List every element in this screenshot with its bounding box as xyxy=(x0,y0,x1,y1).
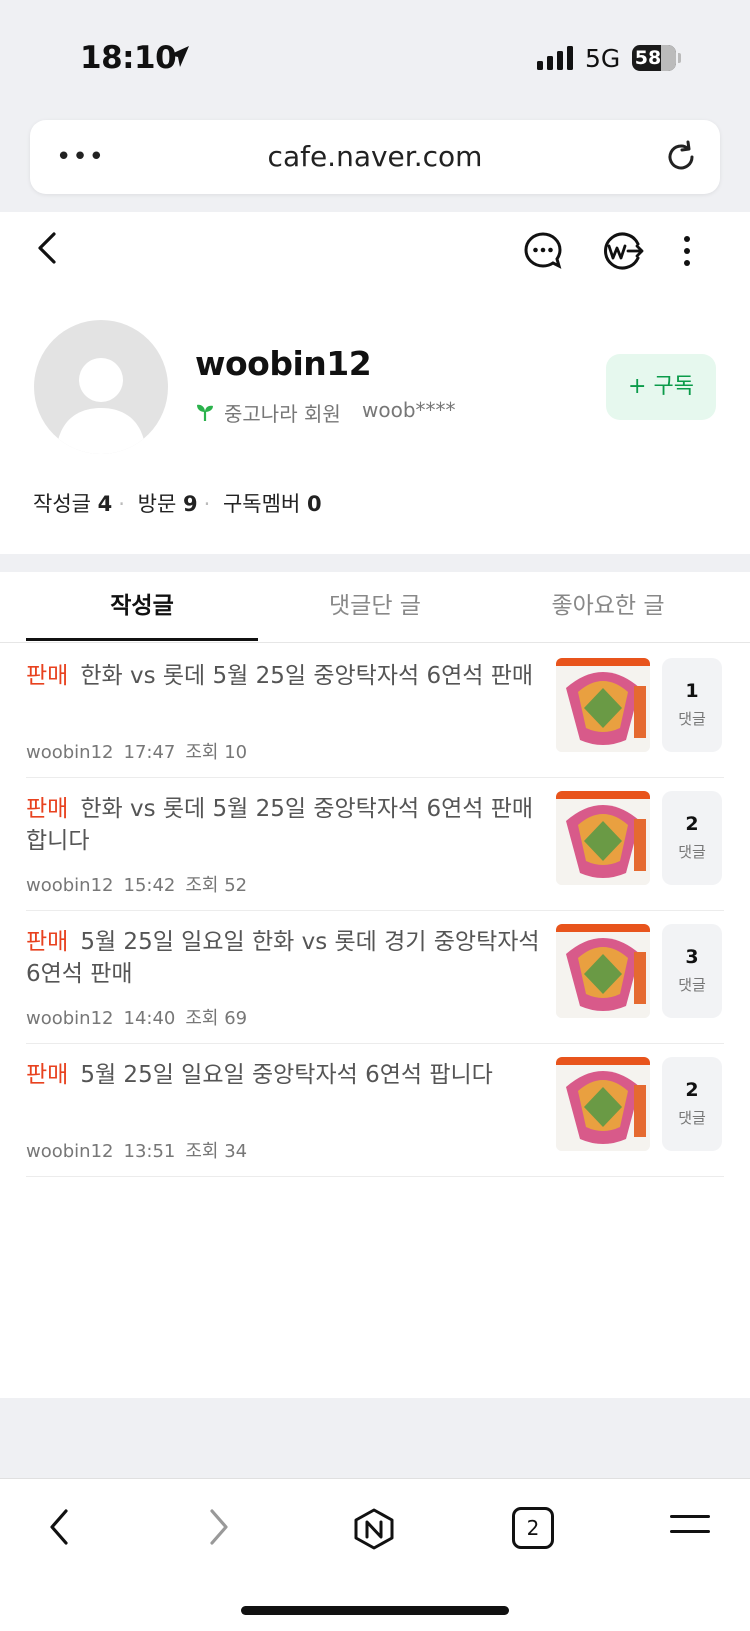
default-profile-icon xyxy=(56,358,146,454)
post-time: 14:40 xyxy=(123,1008,176,1029)
post-title[interactable]: 판매 한화 vs 롯데 5월 25일 중앙탁자석 6연석 판매 합니다 xyxy=(26,793,546,857)
post-title[interactable]: 판매 한화 vs 롯데 5월 25일 중앙탁자석 6연석 판매 xyxy=(26,660,546,692)
comment-count-label: 댓글 xyxy=(678,976,706,994)
status-time: 18:10 xyxy=(80,40,177,76)
list-item[interactable]: 판매 5월 25일 일요일 한화 vs 롯데 경기 중앙탁자석 6연석 판매 wo… xyxy=(26,910,724,1044)
post-meta: woobin12 13:51 조회 34 xyxy=(26,1137,257,1163)
post-title-text: 5월 25일 일요일 중앙탁자석 6연석 팝니다 xyxy=(80,1062,493,1088)
post-title-text: 한화 vs 롯데 5월 25일 중앙탁자석 6연석 판매 xyxy=(80,663,534,689)
profile-section: woobin12 중고나라 회원 woob**** + 구독 작성글 4 · 방문… xyxy=(0,212,750,554)
list-item[interactable]: 판매 한화 vs 롯데 5월 25일 중앙탁자석 6연석 판매 합니다 woobi… xyxy=(26,777,724,911)
comment-count[interactable]: 3 댓글 xyxy=(662,924,722,1018)
post-thumbnail[interactable] xyxy=(556,1057,650,1151)
sale-tag: 판매 xyxy=(26,929,69,955)
post-views: 조회 10 xyxy=(185,742,248,763)
post-author: woobin12 xyxy=(26,875,114,896)
network-type: 5G xyxy=(585,44,621,73)
post-time: 13:51 xyxy=(123,1141,176,1162)
post-views: 조회 34 xyxy=(185,1141,248,1162)
naver-home-icon[interactable] xyxy=(352,1507,396,1551)
comment-count-label: 댓글 xyxy=(678,843,706,861)
comment-count-value: 3 xyxy=(685,946,699,968)
active-tab-indicator xyxy=(26,638,258,641)
back-icon[interactable] xyxy=(30,228,64,268)
cafe-page: woobin12 중고나라 회원 woob**** + 구독 작성글 4 · 방문… xyxy=(0,212,750,1398)
tab-bar: 작성글 댓글단 글 좋아요한 글 xyxy=(0,572,750,643)
menu-icon[interactable] xyxy=(670,1513,710,1537)
stat-posts-value: 4 xyxy=(97,492,113,516)
sprout-icon xyxy=(197,404,213,421)
tab-commented-posts[interactable]: 댓글단 글 xyxy=(259,586,491,620)
post-views: 조회 69 xyxy=(185,1008,248,1029)
address-bar[interactable]: ••• cafe.naver.com xyxy=(30,120,720,194)
post-author: woobin12 xyxy=(26,1141,114,1162)
avatar[interactable] xyxy=(34,320,168,454)
chat-bubble-icon[interactable] xyxy=(522,230,564,272)
post-title[interactable]: 판매 5월 25일 일요일 중앙탁자석 6연석 팝니다 xyxy=(26,1059,546,1091)
post-author: woobin12 xyxy=(26,742,114,763)
profile-stats: 작성글 4 · 방문 9 · 구독멤버 0 xyxy=(33,492,322,516)
stat-visits-value: 9 xyxy=(182,492,198,516)
sale-tag: 판매 xyxy=(26,1062,69,1088)
list-item[interactable]: 판매 5월 25일 일요일 중앙탁자석 6연석 팝니다 woobin12 13:51… xyxy=(26,1043,724,1177)
post-meta: woobin12 14:40 조회 69 xyxy=(26,1004,257,1030)
comment-count[interactable]: 2 댓글 xyxy=(662,791,722,885)
sale-tag: 판매 xyxy=(26,796,69,822)
browser-back-icon[interactable] xyxy=(44,1507,74,1547)
post-meta: woobin12 15:42 조회 52 xyxy=(26,871,257,897)
member-grade: 중고나라 회원 xyxy=(224,402,341,426)
battery-icon: 58 xyxy=(632,45,676,71)
post-time: 15:42 xyxy=(123,875,176,896)
tab-liked-posts[interactable]: 좋아요한 글 xyxy=(492,586,724,620)
post-meta: woobin12 17:47 조회 10 xyxy=(26,738,257,764)
masked-user-id: woob**** xyxy=(362,398,456,422)
list-item[interactable]: 판매 한화 vs 롯데 5월 25일 중앙탁자석 6연석 판매 woobin12 1… xyxy=(26,644,724,778)
post-views: 조회 52 xyxy=(185,875,248,896)
battery-cap xyxy=(678,53,681,63)
stat-posts-label: 작성글 xyxy=(33,492,91,516)
sale-tag: 판매 xyxy=(26,663,69,689)
posts-section: 작성글 댓글단 글 좋아요한 글 판매 한화 vs 롯데 5월 25일 중앙탁자석… xyxy=(0,572,750,1398)
stat-subscribers-value: 0 xyxy=(306,492,322,516)
comment-count-label: 댓글 xyxy=(678,710,706,728)
post-title[interactable]: 판매 5월 25일 일요일 한화 vs 롯데 경기 중앙탁자석 6연석 판매 xyxy=(26,926,546,990)
stat-subscribers-label: 구독멤버 xyxy=(222,492,301,516)
battery-level: 58 xyxy=(634,47,662,69)
comment-count[interactable]: 2 댓글 xyxy=(662,1057,722,1151)
status-bar: 18:10 5G 58 xyxy=(0,0,750,112)
share-w-icon[interactable] xyxy=(600,230,644,272)
comment-count-value: 2 xyxy=(685,813,699,835)
post-author: woobin12 xyxy=(26,1008,114,1029)
subscribe-button[interactable]: + 구독 xyxy=(606,354,716,420)
stat-visits-label: 방문 xyxy=(137,492,177,516)
location-arrow-icon xyxy=(169,46,189,67)
post-time: 17:47 xyxy=(123,742,176,763)
tabs-count-button[interactable]: 2 xyxy=(512,1507,554,1549)
post-thumbnail[interactable] xyxy=(556,791,650,885)
comment-count-label: 댓글 xyxy=(678,1109,706,1127)
profile-nickname: woobin12 xyxy=(195,344,372,383)
post-title-text: 5월 25일 일요일 한화 vs 롯데 경기 중앙탁자석 6연석 판매 xyxy=(26,929,540,987)
post-thumbnail[interactable] xyxy=(556,924,650,1018)
post-title-text: 한화 vs 롯데 5월 25일 중앙탁자석 6연석 판매 합니다 xyxy=(26,796,534,854)
more-vertical-icon[interactable] xyxy=(680,230,694,272)
comment-count-value: 2 xyxy=(685,1079,699,1101)
url-text[interactable]: cafe.naver.com xyxy=(30,140,720,173)
comment-count[interactable]: 1 댓글 xyxy=(662,658,722,752)
comment-count-value: 1 xyxy=(685,680,699,702)
reload-icon[interactable] xyxy=(662,138,700,176)
post-thumbnail[interactable] xyxy=(556,658,650,752)
tab-written-posts[interactable]: 작성글 xyxy=(26,586,258,620)
cellular-signal-icon xyxy=(537,46,573,70)
browser-forward-icon[interactable] xyxy=(204,1507,234,1547)
home-indicator xyxy=(241,1606,509,1615)
